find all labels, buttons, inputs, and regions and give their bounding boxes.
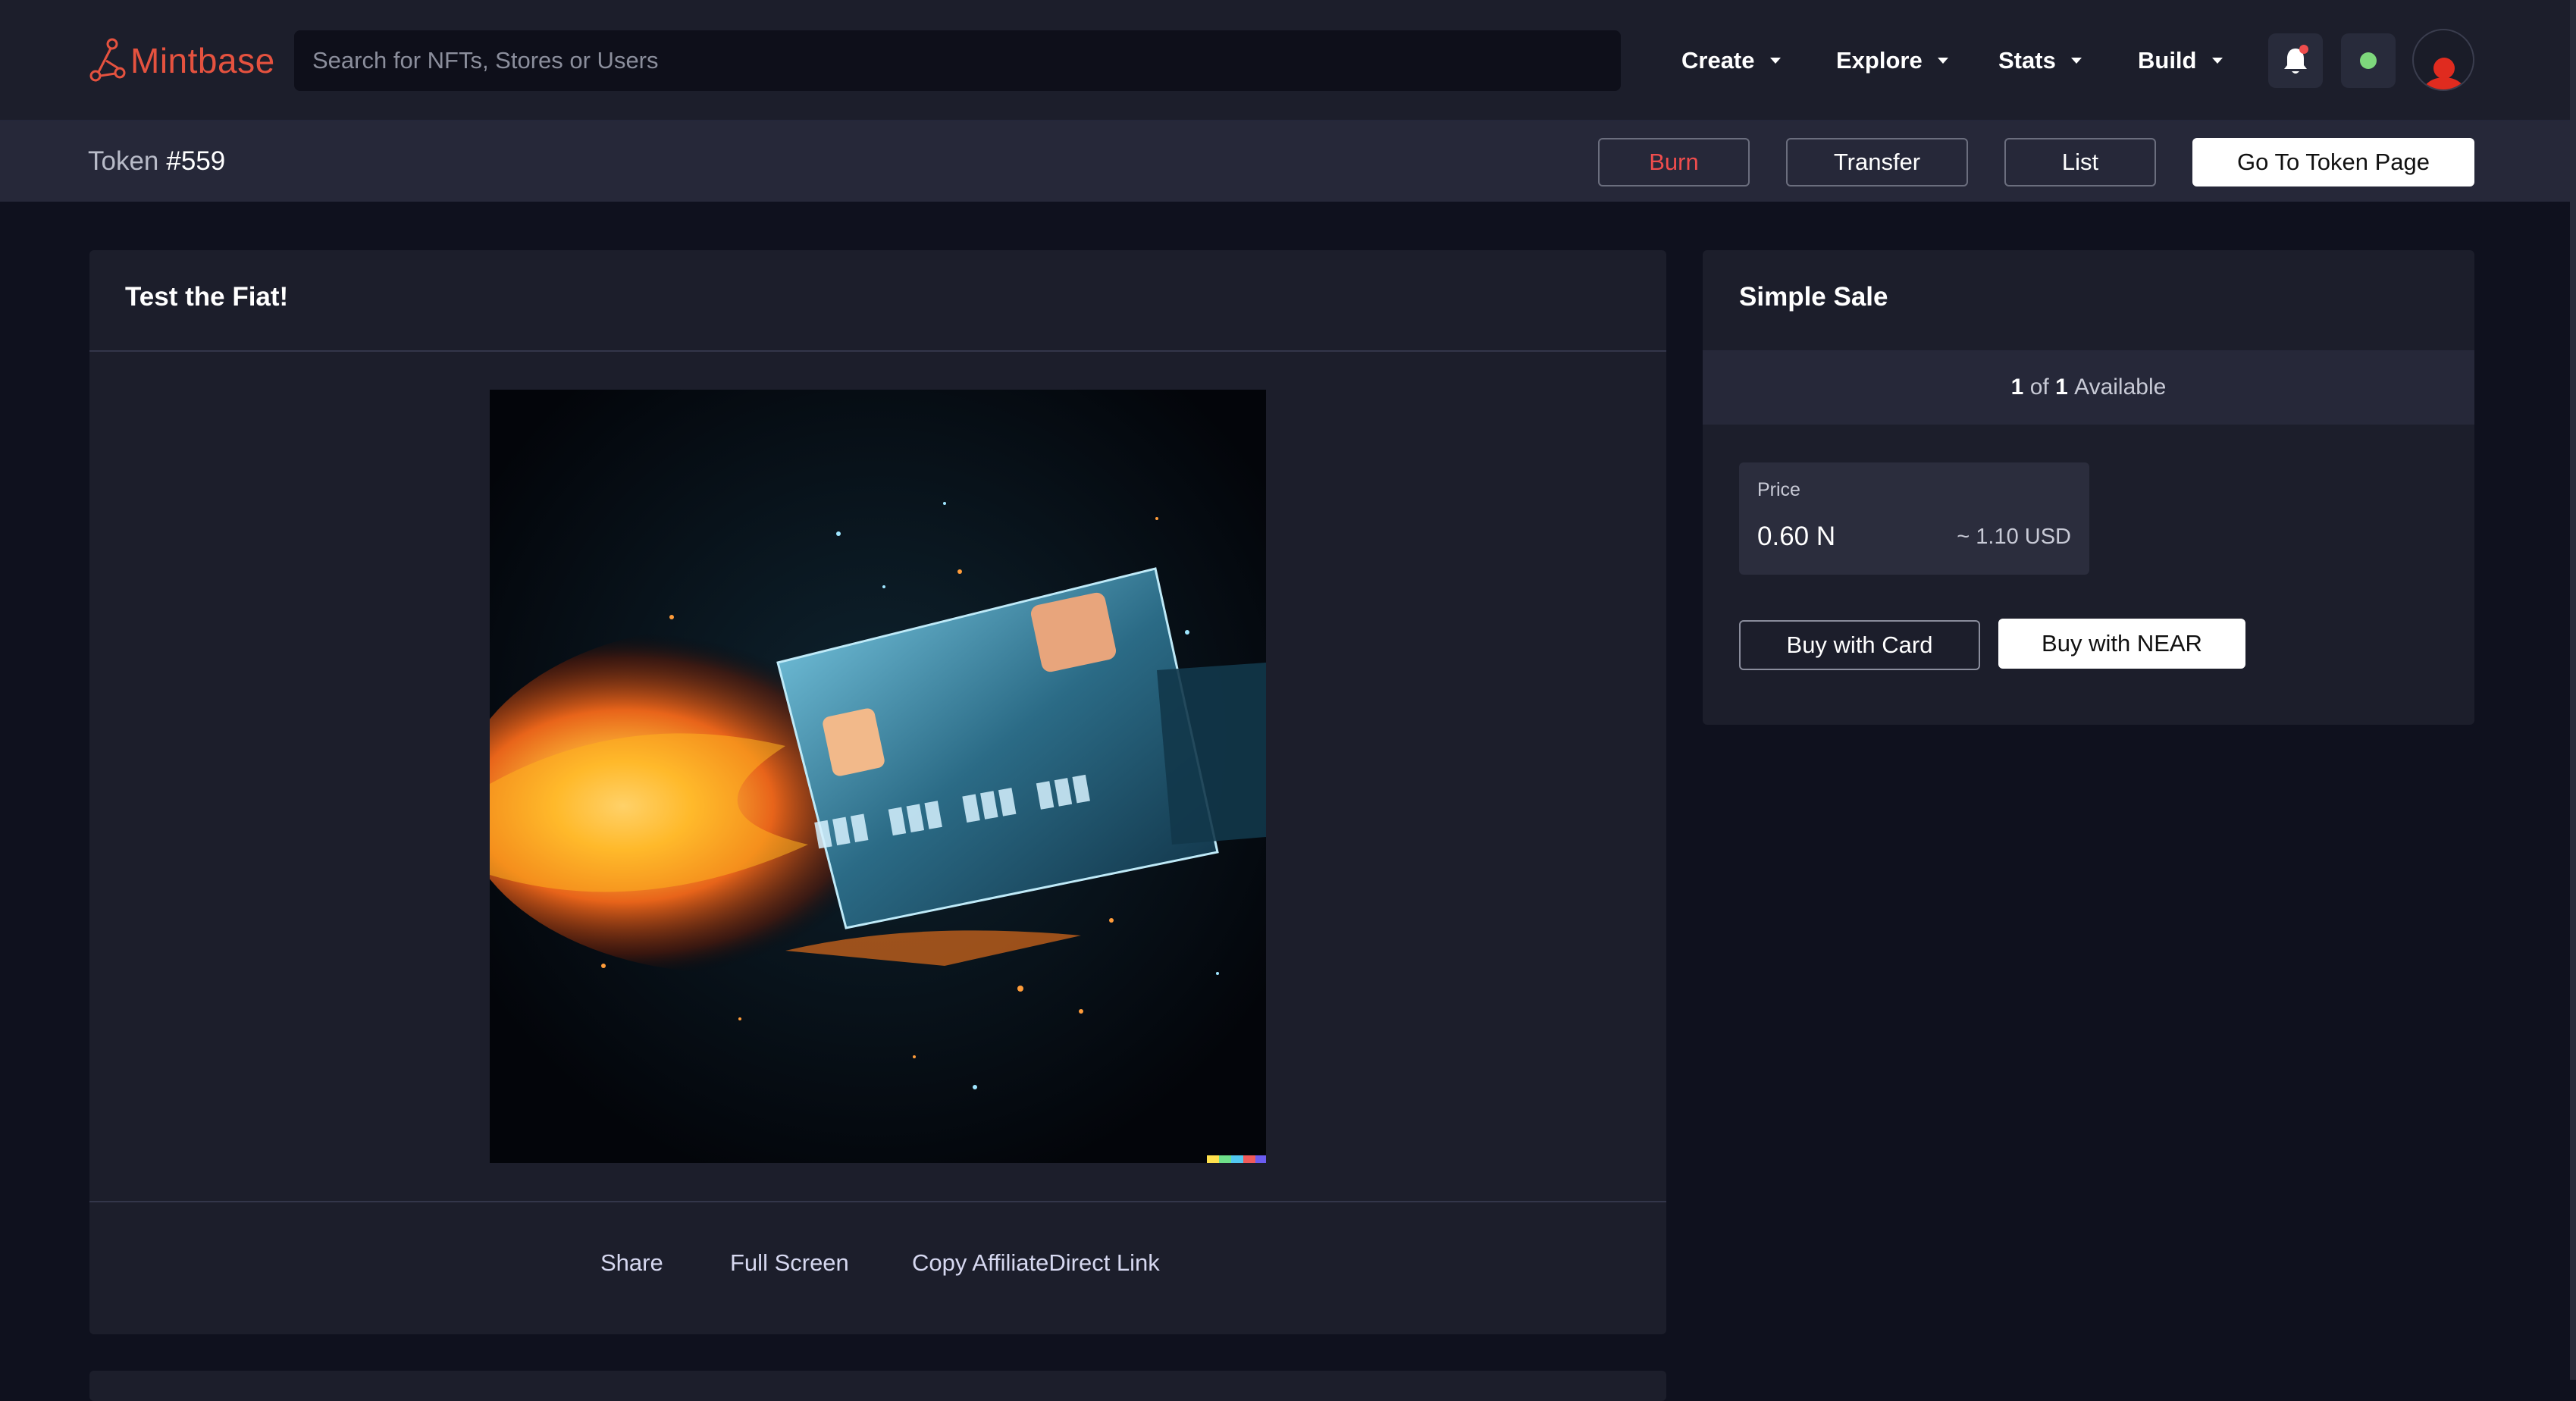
search-input[interactable] bbox=[294, 30, 1621, 91]
divider bbox=[89, 350, 1666, 352]
page-title: Token #559 bbox=[88, 121, 225, 202]
chevron-down-icon bbox=[2211, 58, 2223, 64]
price-box: Price 0.60 N ~ 1.10 USD bbox=[1739, 462, 2089, 575]
nav-create-label: Create bbox=[1681, 47, 1755, 74]
bell-icon bbox=[2284, 45, 2308, 74]
nav-build-menu[interactable]: Build bbox=[2138, 39, 2223, 82]
top-navigation-bar: Mintbase Create Explore Stats Build bbox=[0, 0, 2576, 121]
price-usd: ~ 1.10 USD bbox=[1957, 525, 2071, 549]
scrollbar[interactable] bbox=[2570, 0, 2576, 1380]
status-dot-icon bbox=[2360, 52, 2377, 69]
nav-explore-menu[interactable]: Explore bbox=[1836, 39, 1948, 82]
mintbase-logo-icon bbox=[89, 38, 126, 82]
network-status-button[interactable] bbox=[2341, 33, 2396, 88]
user-avatar-icon bbox=[2423, 58, 2465, 89]
token-header-bar: Token #559 bbox=[0, 121, 2576, 202]
burn-button[interactable]: Burn bbox=[1598, 138, 1750, 186]
token-label: Token bbox=[88, 146, 159, 176]
chevron-down-icon bbox=[1769, 58, 1781, 64]
divider bbox=[89, 1201, 1666, 1202]
chevron-down-icon bbox=[1937, 58, 1948, 64]
brand-name: Mintbase bbox=[130, 41, 275, 80]
chevron-down-icon bbox=[2070, 58, 2082, 64]
availability-banner: 1 of 1 Available bbox=[1703, 350, 2474, 425]
sale-title: Simple Sale bbox=[1739, 282, 1888, 312]
available-of: of bbox=[2029, 375, 2049, 400]
notifications-button[interactable] bbox=[2268, 33, 2323, 88]
token-number: #559 bbox=[166, 146, 226, 176]
nft-title: Test the Fiat! bbox=[125, 282, 289, 312]
copy-affiliate-link[interactable]: Copy AffiliateDirect Link bbox=[912, 1249, 1160, 1277]
full-screen-link[interactable]: Full Screen bbox=[730, 1249, 849, 1277]
next-card-edge bbox=[89, 1371, 1666, 1401]
nav-stats-menu[interactable]: Stats bbox=[1998, 39, 2082, 82]
share-link[interactable]: Share bbox=[600, 1249, 663, 1277]
nav-stats-label: Stats bbox=[1998, 47, 2056, 74]
go-to-token-page-button[interactable]: Go To Token Page bbox=[2192, 138, 2474, 186]
list-button[interactable]: List bbox=[2004, 138, 2156, 186]
price-label: Price bbox=[1757, 479, 1800, 500]
buy-with-near-button[interactable]: Buy with NEAR bbox=[1998, 619, 2245, 669]
price-value: 0.60 N bbox=[1757, 522, 1836, 551]
nav-build-label: Build bbox=[2138, 47, 2197, 74]
nav-explore-label: Explore bbox=[1836, 47, 1923, 74]
user-avatar[interactable] bbox=[2412, 29, 2474, 91]
nft-artwork-graphic: ▮▮▮ ▮▮▮ ▮▮▮ ▮▮▮ bbox=[490, 390, 1266, 1163]
nft-artwork-image[interactable]: ▮▮▮ ▮▮▮ ▮▮▮ ▮▮▮ bbox=[490, 390, 1266, 1163]
nav-create-menu[interactable]: Create bbox=[1681, 39, 1781, 82]
available-count: 1 bbox=[2010, 375, 2024, 400]
buy-with-card-button[interactable]: Buy with Card bbox=[1739, 620, 1980, 670]
transfer-button[interactable]: Transfer bbox=[1786, 138, 1968, 186]
mintbase-logo[interactable]: Mintbase bbox=[88, 36, 275, 85]
available-total: 1 bbox=[2055, 375, 2068, 400]
available-label: Available bbox=[2074, 375, 2167, 400]
